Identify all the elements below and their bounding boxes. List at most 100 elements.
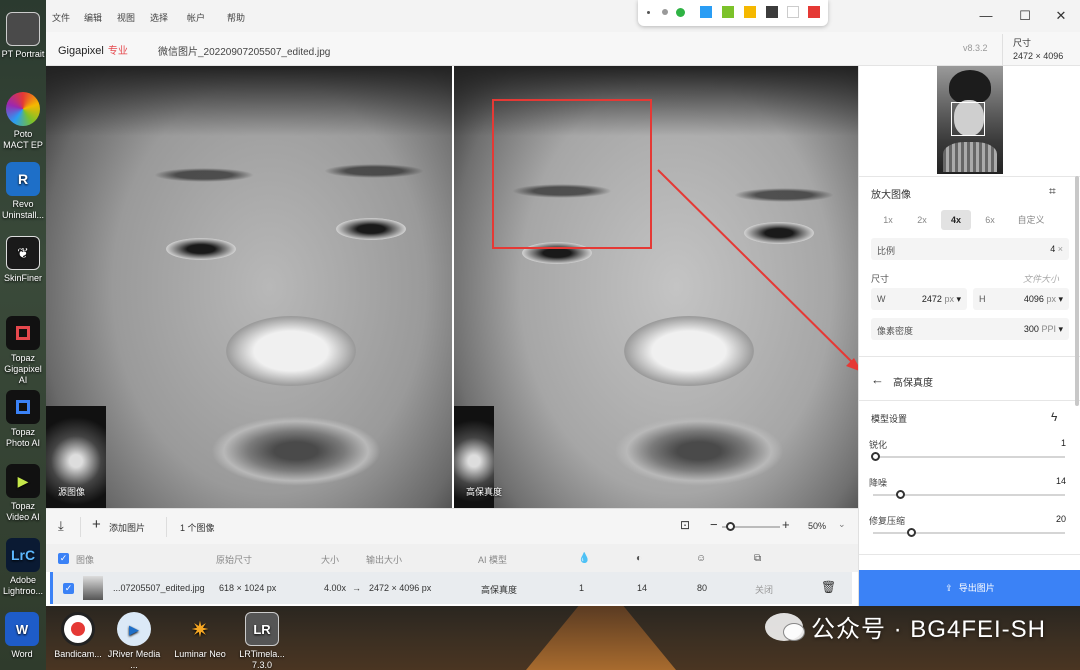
medium-dot-icon[interactable] [662, 9, 668, 15]
density-field[interactable]: 像素密度 300 PPI ▾ [871, 318, 1069, 340]
menu-edit[interactable]: 编辑 [84, 11, 102, 24]
desktop-icon-lrtimelapse[interactable]: LR LRTimela... 7.3.0 [234, 612, 290, 670]
fit-view-icon[interactable]: ⊡ [680, 518, 690, 532]
face-col-icon: ☺ [696, 553, 707, 564]
density-unit[interactable]: PPI [1041, 324, 1056, 334]
fix-compression-slider[interactable] [873, 528, 1065, 537]
ratio-field[interactable]: 比例 4 × [871, 238, 1069, 260]
scale-6x-button[interactable]: 6x [975, 210, 1005, 230]
image-count: 1 个图像 [180, 523, 215, 533]
width-field[interactable]: W 2472 px ▾ [871, 288, 967, 310]
swatch-yellow[interactable] [744, 6, 756, 18]
zoom-level[interactable]: 50% [808, 521, 826, 531]
export-button[interactable]: ⇪ 导出图片 [859, 570, 1080, 606]
height-field[interactable]: H 4096 px ▾ [973, 288, 1069, 310]
desktop-icon-lightroom[interactable]: LrC Adobe Lightroo... [0, 538, 46, 597]
collapse-down-icon[interactable]: ⤓ [58, 518, 64, 534]
row-checkbox[interactable]: ✓ [63, 583, 74, 594]
desktop-icon-label: Poto MACT EP [3, 129, 43, 150]
swatch-red[interactable] [808, 6, 820, 18]
zoom-slider-knob[interactable] [726, 522, 735, 531]
swatch-blue[interactable] [700, 6, 712, 18]
desktop-icon-label: Bandicam... [54, 649, 102, 659]
desktop-icon-word[interactable]: W Word [0, 612, 50, 660]
app-icon [6, 316, 40, 350]
file-size-link[interactable]: 文件大小 [1023, 272, 1059, 285]
minimize-icon[interactable]: — [976, 6, 996, 26]
swatch-white[interactable] [787, 6, 799, 18]
trash-icon[interactable]: 🗑 [821, 580, 836, 594]
zoom-out-icon[interactable]: − [710, 517, 718, 532]
desktop-icon-label: Topaz Photo AI [5, 427, 41, 448]
menu-help[interactable]: 帮助 [227, 11, 245, 24]
menu-file[interactable]: 文件 [52, 11, 70, 24]
scale-custom-button[interactable]: 自定义 [1009, 210, 1053, 230]
crop-icon[interactable]: ⌗ [1049, 184, 1056, 199]
sharpen-slider[interactable] [870, 452, 1065, 461]
desktop-icon-luminar[interactable]: ✷ Luminar Neo [172, 612, 228, 660]
desktop-icon-label: JRiver Media ... [107, 649, 161, 670]
app-icon: ▶ [6, 464, 40, 498]
height-unit[interactable]: px [1046, 294, 1056, 304]
desktop-icon-bandicam[interactable]: Bandicam... [50, 612, 106, 660]
chevron-down-icon[interactable]: ⌄ [838, 519, 846, 530]
app-icon: ❦ [6, 236, 40, 270]
add-icon[interactable]: + [92, 516, 101, 533]
auto-lightning-icon[interactable]: ϟ [1051, 410, 1057, 424]
desktop-icon-photo-ai[interactable]: Topaz Photo AI [0, 390, 46, 449]
desktop-icon-skinfiner[interactable]: ❦ SkinFiner [0, 236, 46, 284]
size-label: 尺寸 [1013, 38, 1032, 48]
desktop-icon-jriver[interactable]: ▶ JRiver Media ... [106, 612, 162, 670]
panel-scrollbar[interactable] [1075, 176, 1079, 406]
desktop-icon-pt-portrait[interactable]: PT Portrait [0, 12, 46, 60]
denoise-slider[interactable] [873, 490, 1065, 499]
back-arrow-icon[interactable]: ← [871, 372, 884, 387]
menu-account[interactable]: 帐户 [187, 11, 205, 24]
thumb-viewport[interactable] [951, 102, 985, 136]
swatch-green[interactable] [722, 6, 734, 18]
zoom-in-icon[interactable]: + [782, 517, 790, 532]
fix-compression-slider-knob[interactable] [907, 528, 917, 537]
denoise-slider-knob[interactable] [895, 490, 905, 499]
table-row[interactable]: ✓ ...07205507_edited.jpg 618 × 1024 px 4… [50, 572, 852, 604]
scale-1x-button[interactable]: 1x [873, 210, 903, 230]
word-icon: W [5, 612, 39, 646]
image-table-header: ✓ 图像 原始尺寸 大小 输出大小 AI 模型 💧 ◐ ☺ ⧉ [46, 544, 858, 572]
arrow-right-icon: → [352, 583, 361, 593]
density-value: 300 PPI ▾ [1023, 324, 1063, 334]
maximize-icon[interactable]: ☐ [1015, 6, 1035, 26]
app-version: v8.3.2 [963, 43, 988, 53]
menu-view[interactable]: 视图 [117, 11, 135, 24]
swatch-black[interactable] [766, 6, 778, 18]
brand-name: Gigapixel [58, 45, 104, 57]
desktop-icon-video-ai[interactable]: ▶ Topaz Video AI [0, 464, 46, 523]
ratio-value: 4 × [1050, 244, 1063, 254]
source-image-pane[interactable]: 源图像 [46, 66, 452, 508]
scale-2x-button[interactable]: 2x [907, 210, 937, 230]
model-settings-label: 模型设置 [871, 414, 908, 424]
sharpen-slider-knob[interactable] [870, 452, 880, 461]
add-image-button[interactable]: 添加图片 [109, 521, 145, 534]
large-dot-icon[interactable] [676, 8, 685, 17]
wechat-icon [764, 612, 805, 641]
navigator-thumbnail[interactable] [937, 66, 1003, 174]
close-icon[interactable]: ✕ [1051, 6, 1071, 26]
app-icon [6, 12, 40, 46]
jriver-icon: ▶ [117, 612, 151, 646]
menu-select[interactable]: 选择 [150, 11, 168, 24]
desktop-icon-revo[interactable]: R Revo Uninstall... [0, 162, 46, 221]
batch-toolbar: ⤓ + 添加图片 1 个图像 ⊡ − + 50% ⌄ [46, 508, 858, 544]
small-dot-icon[interactable] [647, 11, 650, 14]
select-all-checkbox[interactable]: ✓ [58, 553, 69, 564]
desktop-icon-gigapixel[interactable]: Topaz Gigapixel AI [0, 316, 46, 386]
zoom-slider[interactable] [722, 522, 780, 531]
width-unit[interactable]: px [944, 294, 954, 304]
height-value: 4096 px ▾ [1023, 294, 1063, 304]
col-image: 图像 [76, 555, 95, 565]
desktop-icon-poto[interactable]: Poto MACT EP [0, 92, 46, 151]
toolbar-divider [166, 517, 167, 537]
divider [859, 176, 1080, 177]
divider [859, 400, 1080, 401]
scale-4x-button[interactable]: 4x [941, 210, 971, 230]
sharpen-label: 锐化 [869, 440, 888, 450]
